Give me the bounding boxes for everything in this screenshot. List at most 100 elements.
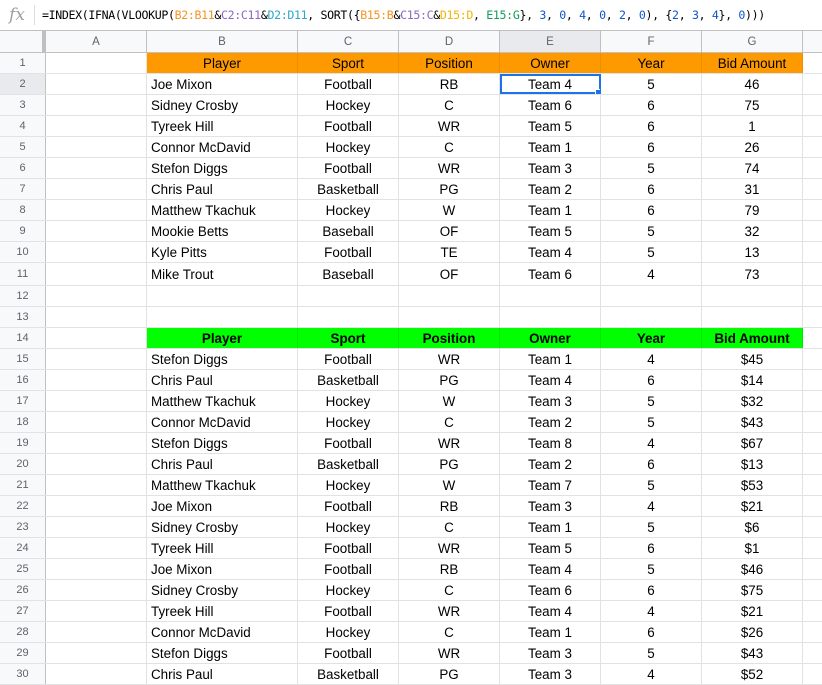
cell-a3[interactable] (46, 95, 147, 115)
cell-a22[interactable] (46, 496, 147, 516)
row-header-5[interactable]: 5 (0, 137, 46, 157)
cell-b27[interactable]: Tyreek Hill (147, 601, 298, 621)
cell-e21[interactable]: Team 7 (500, 475, 601, 495)
cell-e30[interactable]: Team 3 (500, 664, 601, 684)
cell-g15[interactable]: $45 (702, 349, 803, 369)
cell-e9[interactable]: Team 5 (500, 221, 601, 241)
cell-e10[interactable]: Team 4 (500, 242, 601, 262)
row-header-26[interactable]: 26 (0, 580, 46, 600)
cell-h22[interactable] (803, 496, 822, 516)
column-header-b[interactable]: B (147, 31, 298, 52)
cell-a2[interactable] (46, 74, 147, 94)
cell-h25[interactable] (803, 559, 822, 579)
row-header-15[interactable]: 15 (0, 349, 46, 369)
cell-b20[interactable]: Chris Paul (147, 454, 298, 474)
cell-b10[interactable]: Kyle Pitts (147, 242, 298, 262)
column-header-h[interactable] (803, 31, 822, 52)
cell-b8[interactable]: Matthew Tkachuk (147, 200, 298, 220)
cell-g16[interactable]: $14 (702, 370, 803, 390)
cell-a27[interactable] (46, 601, 147, 621)
cell-f27[interactable]: 4 (601, 601, 702, 621)
cell-c9[interactable]: Baseball (298, 221, 399, 241)
cell-c14[interactable]: Sport (298, 328, 399, 348)
cell-b23[interactable]: Sidney Crosby (147, 517, 298, 537)
cell-b4[interactable]: Tyreek Hill (147, 116, 298, 136)
row-header-17[interactable]: 17 (0, 391, 46, 411)
cell-f25[interactable]: 5 (601, 559, 702, 579)
cell-h17[interactable] (803, 391, 822, 411)
cell-c4[interactable]: Football (298, 116, 399, 136)
cell-d27[interactable]: WR (399, 601, 500, 621)
cell-d20[interactable]: PG (399, 454, 500, 474)
cell-d2[interactable]: RB (399, 74, 500, 94)
row-header-23[interactable]: 23 (0, 517, 46, 537)
cell-d9[interactable]: OF (399, 221, 500, 241)
cell-e16[interactable]: Team 4 (500, 370, 601, 390)
cell-g23[interactable]: $6 (702, 517, 803, 537)
cell-f9[interactable]: 5 (601, 221, 702, 241)
cell-b19[interactable]: Stefon Diggs (147, 433, 298, 453)
cell-a11[interactable] (46, 263, 147, 285)
cell-f10[interactable]: 5 (601, 242, 702, 262)
cell-h1[interactable] (803, 53, 822, 73)
cell-e4[interactable]: Team 5 (500, 116, 601, 136)
cell-g4[interactable]: 1 (702, 116, 803, 136)
cell-a5[interactable] (46, 137, 147, 157)
cell-e2[interactable]: Team 4 (500, 74, 601, 94)
cell-f13[interactable] (601, 307, 702, 327)
cell-c6[interactable]: Football (298, 158, 399, 178)
cell-g20[interactable]: $13 (702, 454, 803, 474)
cell-h8[interactable] (803, 200, 822, 220)
cell-b29[interactable]: Stefon Diggs (147, 643, 298, 663)
fill-handle[interactable] (595, 89, 600, 94)
cell-g30[interactable]: $52 (702, 664, 803, 684)
cell-a13[interactable] (46, 307, 147, 327)
cell-c27[interactable]: Football (298, 601, 399, 621)
cell-c15[interactable]: Football (298, 349, 399, 369)
cell-h23[interactable] (803, 517, 822, 537)
cell-b3[interactable]: Sidney Crosby (147, 95, 298, 115)
row-header-13[interactable]: 13 (0, 307, 46, 327)
row-header-19[interactable]: 19 (0, 433, 46, 453)
row-header-30[interactable]: 30 (0, 664, 46, 684)
cell-c17[interactable]: Hockey (298, 391, 399, 411)
cell-g21[interactable]: $53 (702, 475, 803, 495)
cell-f18[interactable]: 5 (601, 412, 702, 432)
cell-a10[interactable] (46, 242, 147, 262)
cell-b14[interactable]: Player (147, 328, 298, 348)
cell-f6[interactable]: 5 (601, 158, 702, 178)
cell-g14[interactable]: Bid Amount (702, 328, 803, 348)
cell-e25[interactable]: Team 4 (500, 559, 601, 579)
cell-e12[interactable] (500, 286, 601, 306)
cell-h6[interactable] (803, 158, 822, 178)
cell-d6[interactable]: WR (399, 158, 500, 178)
cell-h10[interactable] (803, 242, 822, 262)
cell-b2[interactable]: Joe Mixon (147, 74, 298, 94)
cell-b15[interactable]: Stefon Diggs (147, 349, 298, 369)
cell-c16[interactable]: Basketball (298, 370, 399, 390)
cell-d26[interactable]: C (399, 580, 500, 600)
row-header-20[interactable]: 20 (0, 454, 46, 474)
cell-f23[interactable]: 5 (601, 517, 702, 537)
cell-c2[interactable]: Football (298, 74, 399, 94)
cell-h3[interactable] (803, 95, 822, 115)
row-header-6[interactable]: 6 (0, 158, 46, 178)
cell-c3[interactable]: Hockey (298, 95, 399, 115)
column-header-f[interactable]: F (601, 31, 702, 52)
cell-e17[interactable]: Team 3 (500, 391, 601, 411)
cell-f21[interactable]: 5 (601, 475, 702, 495)
cell-b21[interactable]: Matthew Tkachuk (147, 475, 298, 495)
cell-e23[interactable]: Team 1 (500, 517, 601, 537)
cell-h14[interactable] (803, 328, 822, 348)
cell-e11[interactable]: Team 6 (500, 263, 601, 285)
cell-d23[interactable]: C (399, 517, 500, 537)
cell-d4[interactable]: WR (399, 116, 500, 136)
cell-f28[interactable]: 6 (601, 622, 702, 642)
row-header-8[interactable]: 8 (0, 200, 46, 220)
cell-d13[interactable] (399, 307, 500, 327)
row-header-22[interactable]: 22 (0, 496, 46, 516)
cell-d25[interactable]: RB (399, 559, 500, 579)
cell-g18[interactable]: $43 (702, 412, 803, 432)
column-header-a[interactable]: A (46, 31, 147, 52)
cell-e24[interactable]: Team 5 (500, 538, 601, 558)
